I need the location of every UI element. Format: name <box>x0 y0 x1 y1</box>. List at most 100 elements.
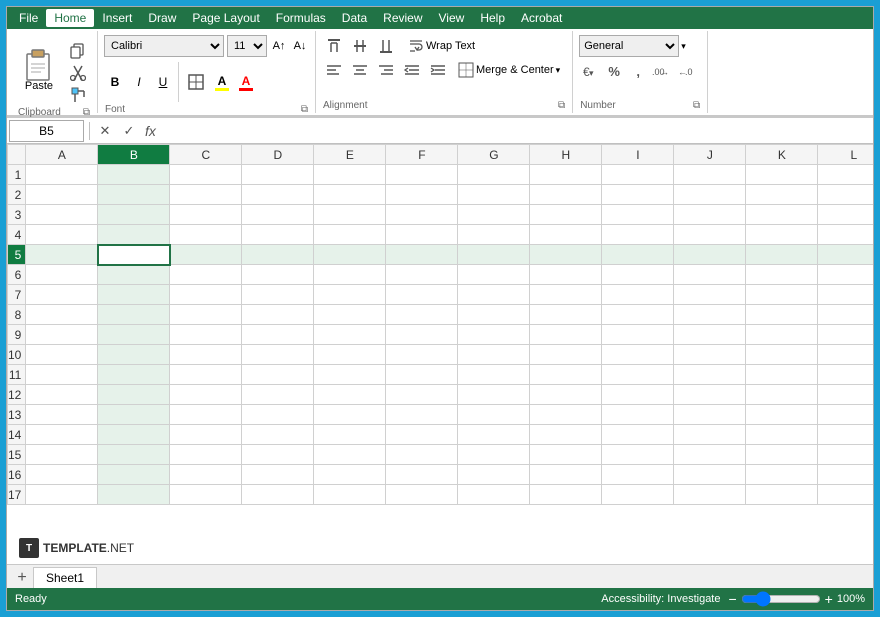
cell-C11[interactable] <box>170 365 242 385</box>
comma-button[interactable]: , <box>627 60 649 82</box>
cell-K17[interactable] <box>746 485 818 505</box>
cell-E16[interactable] <box>314 465 386 485</box>
cell-A7[interactable] <box>26 285 98 305</box>
cell-B15[interactable] <box>98 445 170 465</box>
borders-button[interactable] <box>183 71 209 93</box>
cell-A13[interactable] <box>26 405 98 425</box>
cell-K8[interactable] <box>746 305 818 325</box>
cell-L4[interactable] <box>818 225 873 245</box>
col-header-a[interactable]: A <box>26 145 98 165</box>
cell-I8[interactable] <box>602 305 674 325</box>
cell-A8[interactable] <box>26 305 98 325</box>
col-header-k[interactable]: K <box>746 145 818 165</box>
cell-H5[interactable] <box>530 245 602 265</box>
cell-K13[interactable] <box>746 405 818 425</box>
cell-F17[interactable] <box>386 485 458 505</box>
cancel-formula-button[interactable]: ✕ <box>95 121 115 141</box>
cell-E11[interactable] <box>314 365 386 385</box>
cell-G12[interactable] <box>458 385 530 405</box>
cell-E14[interactable] <box>314 425 386 445</box>
cell-E15[interactable] <box>314 445 386 465</box>
zoom-in-button[interactable]: + <box>825 591 833 607</box>
cell-K10[interactable] <box>746 345 818 365</box>
align-bottom-button[interactable] <box>374 35 398 57</box>
cell-L8[interactable] <box>818 305 873 325</box>
copy-button[interactable] <box>65 41 91 61</box>
cell-D17[interactable] <box>242 485 314 505</box>
cell-I10[interactable] <box>602 345 674 365</box>
increase-decimal-button[interactable]: .00→ <box>651 60 675 82</box>
col-header-i[interactable]: I <box>602 145 674 165</box>
cell-F6[interactable] <box>386 265 458 285</box>
cell-H11[interactable] <box>530 365 602 385</box>
menu-acrobat[interactable]: Acrobat <box>513 9 570 27</box>
cell-F12[interactable] <box>386 385 458 405</box>
row-header-3[interactable]: 3 <box>8 205 26 225</box>
cell-B5[interactable] <box>98 245 170 265</box>
cell-G7[interactable] <box>458 285 530 305</box>
cell-D10[interactable] <box>242 345 314 365</box>
add-sheet-button[interactable]: + <box>11 568 33 588</box>
cell-K7[interactable] <box>746 285 818 305</box>
cell-C13[interactable] <box>170 405 242 425</box>
cell-K9[interactable] <box>746 325 818 345</box>
cell-C15[interactable] <box>170 445 242 465</box>
menu-home[interactable]: Home <box>46 9 94 27</box>
col-header-d[interactable]: D <box>242 145 314 165</box>
clipboard-expand-icon[interactable]: ⧉ <box>83 107 90 118</box>
cell-L17[interactable] <box>818 485 873 505</box>
cell-L15[interactable] <box>818 445 873 465</box>
cell-F3[interactable] <box>386 205 458 225</box>
cell-C12[interactable] <box>170 385 242 405</box>
cell-E13[interactable] <box>314 405 386 425</box>
cell-L6[interactable] <box>818 265 873 285</box>
cell-J17[interactable] <box>674 485 746 505</box>
row-header-12[interactable]: 12 <box>8 385 26 405</box>
cell-H4[interactable] <box>530 225 602 245</box>
row-header-11[interactable]: 11 <box>8 365 26 385</box>
increase-indent-button[interactable] <box>426 59 450 81</box>
cell-B13[interactable] <box>98 405 170 425</box>
cell-L9[interactable] <box>818 325 873 345</box>
cell-J16[interactable] <box>674 465 746 485</box>
cell-H1[interactable] <box>530 165 602 185</box>
format-painter-button[interactable] <box>65 85 91 105</box>
cell-D14[interactable] <box>242 425 314 445</box>
cell-H15[interactable] <box>530 445 602 465</box>
cell-E1[interactable] <box>314 165 386 185</box>
bold-button[interactable]: B <box>104 71 126 93</box>
menu-help[interactable]: Help <box>472 9 513 27</box>
cell-A4[interactable] <box>26 225 98 245</box>
align-top-button[interactable] <box>322 35 346 57</box>
cell-G6[interactable] <box>458 265 530 285</box>
cell-K3[interactable] <box>746 205 818 225</box>
cell-H6[interactable] <box>530 265 602 285</box>
font-family-select[interactable]: Calibri <box>104 35 224 57</box>
cell-G9[interactable] <box>458 325 530 345</box>
decrease-decimal-button[interactable]: ←.0 <box>677 60 701 82</box>
font-expand-icon[interactable]: ⧉ <box>301 104 308 115</box>
cell-C14[interactable] <box>170 425 242 445</box>
cell-G8[interactable] <box>458 305 530 325</box>
cell-J15[interactable] <box>674 445 746 465</box>
cell-E3[interactable] <box>314 205 386 225</box>
cell-G1[interactable] <box>458 165 530 185</box>
wrap-text-button[interactable]: Wrap Text <box>402 35 481 57</box>
cell-F14[interactable] <box>386 425 458 445</box>
cell-G2[interactable] <box>458 185 530 205</box>
cell-L1[interactable] <box>818 165 873 185</box>
cell-A9[interactable] <box>26 325 98 345</box>
cell-D4[interactable] <box>242 225 314 245</box>
cell-B7[interactable] <box>98 285 170 305</box>
cell-J7[interactable] <box>674 285 746 305</box>
cell-E5[interactable] <box>314 245 386 265</box>
cell-C17[interactable] <box>170 485 242 505</box>
cell-K1[interactable] <box>746 165 818 185</box>
cell-D5[interactable] <box>242 245 314 265</box>
cell-G16[interactable] <box>458 465 530 485</box>
cell-H3[interactable] <box>530 205 602 225</box>
cell-J12[interactable] <box>674 385 746 405</box>
align-left-button[interactable] <box>322 59 346 81</box>
menu-page-layout[interactable]: Page Layout <box>184 9 267 27</box>
cell-I7[interactable] <box>602 285 674 305</box>
